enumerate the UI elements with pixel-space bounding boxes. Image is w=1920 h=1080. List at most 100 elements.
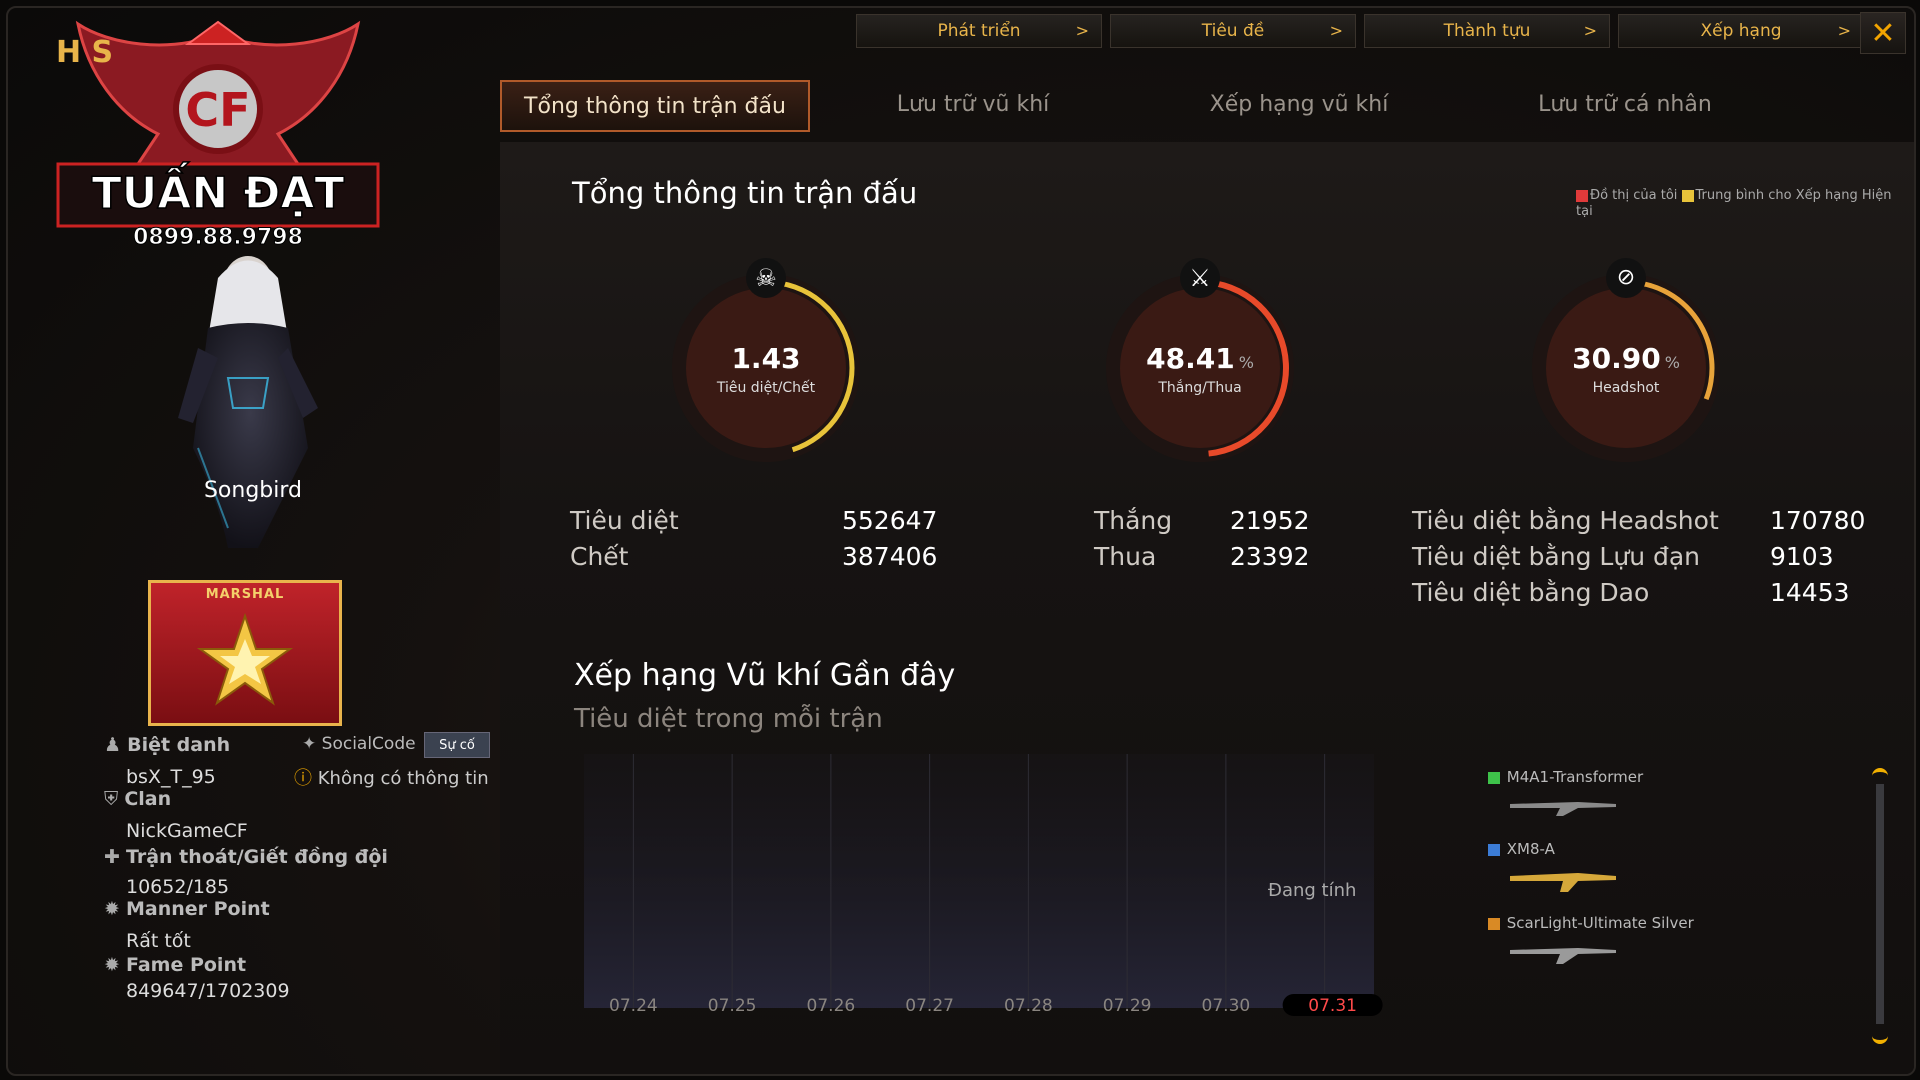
manner-row: ✹ Manner Point [104,898,270,920]
gear-icon: ✹ [104,954,120,976]
chevron-right-icon: > [1075,21,1089,40]
menu-achievements[interactable]: Thành tựu > [1364,14,1610,48]
stat-value: 170780 [1770,506,1866,535]
socialcode-label: SocialCode [321,734,416,754]
x-tick-label[interactable]: 07.27 [905,996,954,1016]
social-info-row: ⓘ Không có thông tin [294,764,489,790]
gauge-winrate-unit: % [1238,353,1254,372]
close-button[interactable]: ✕ [1860,12,1906,54]
gauge-headshot: ⊘ 30.90% Headshot [1516,258,1736,478]
headshot-icon: ⊘ [1606,258,1646,298]
x-tick-label[interactable]: 07.28 [1004,996,1053,1016]
gauge-kd-value: 1.43 [656,342,876,375]
x-tick-label[interactable]: 07.24 [609,996,658,1016]
x-tick-label[interactable]: 07.29 [1103,996,1152,1016]
skull-icon: ☠ [746,258,786,298]
chevron-right-icon: > [1329,21,1343,40]
x-tick-label[interactable]: 07.31 [1308,996,1357,1016]
socialcode-row: ✦ SocialCode [302,734,416,754]
character-name: Songbird [203,478,303,503]
stat-label: Tiêu diệt bằng Headshot [1412,506,1719,535]
legend-mine-swatch [1576,189,1588,202]
gauge-winrate-label: Thắng/Thua [1158,380,1242,396]
rifle-icon [1510,802,1616,816]
feather-icon: ✦ [302,734,317,754]
summary-title: Tổng thông tin trận đấu [572,176,918,210]
manner-label: Manner Point [125,898,270,920]
menu-develop[interactable]: Phát triển > [856,14,1102,48]
gauge-winrate-number: 48.41 [1146,342,1235,375]
scroll-up-icon[interactable] [1872,768,1888,782]
weapon-kills-chart: 07.24 07.25 07.26 07.27 07.28 07.29 07.30 07.31 [584,754,1383,1016]
escape-value: 10652/185 [126,876,230,898]
menu-titles[interactable]: Tiêu đề > [1110,14,1356,48]
menu-label: Tiêu đề [1201,21,1265,41]
svg-text:0899.88.9798: 0899.88.9798 [133,225,303,250]
question-icon: ⓘ [294,768,312,789]
weapon-name: ScarLight-Ultimate Silver [1506,914,1694,932]
svg-text:H S: H S [56,35,113,70]
tab-match-summary[interactable]: Tổng thông tin trận đấu [500,80,810,132]
weapon-swatch [1488,771,1500,784]
weapon-legend-item: M4A1-Transformer [1488,768,1643,786]
calculating-label: Đang tính [1268,880,1357,901]
stat-label: Thua [1094,542,1157,571]
social-info-text: Không có thông tin [317,768,489,789]
menu-label: Thành tựu [1443,21,1531,41]
clan-row: ⛨ Clan [104,788,171,810]
menu-ranking[interactable]: Xếp hạng > [1618,14,1864,48]
stat-label: Chết [570,542,629,571]
gear-icon: ✹ [104,898,120,920]
x-tick-label[interactable]: 07.25 [708,996,757,1016]
x-tick-label[interactable]: 07.30 [1202,996,1251,1016]
gauge-kd-number: 1.43 [731,342,801,375]
nickname-label: Biệt danh [127,734,231,756]
gauge-headshot-unit: % [1664,353,1680,372]
clan-label: Clan [124,788,172,810]
chart-plot-area [584,754,1374,1008]
tab-weapon-archive[interactable]: Lưu trữ vũ khí [810,80,1136,128]
weapon-name: XM8-A [1506,840,1555,858]
stat-value: 552647 [842,506,938,535]
top-menu: Phát triển > Tiêu đề > Thành tựu > Xếp hạng… [856,14,1864,48]
stat-label: Tiêu diệt [570,506,679,535]
running-icon: ✚ [104,846,120,868]
gauge-kd-label: Tiêu diệt/Chết [716,380,816,396]
weapon-swatch [1488,917,1500,930]
escape-row: ✚ Trận thoát/Giết đồng đội [104,846,388,868]
fame-row: ✹ Fame Point [104,954,246,976]
weapon-legend-item: ScarLight-Ultimate Silver [1488,914,1694,932]
gauge-winrate: ⚔ 48.41% Thắng/Thua [1090,258,1310,478]
legend-mine-label: Đồ thị của tôi [1590,188,1678,203]
gauge-headshot-number: 30.90 [1572,342,1661,375]
stat-label: Tiêu diệt bằng Dao [1412,578,1650,607]
x-tick-label[interactable]: 07.26 [807,996,856,1016]
gauge-headshot-value: 30.90% [1516,342,1736,375]
manner-value: Rất tốt [126,930,191,952]
chart-legend: Đồ thị của tôi Trung bình cho Xếp hạng H… [1576,188,1896,220]
stat-value: 23392 [1230,542,1310,571]
stat-value: 9103 [1770,542,1834,571]
menu-label: Xếp hạng [1700,21,1782,41]
nickname-value: bsX_T_95 [126,766,216,788]
stat-value: 14453 [1770,578,1850,607]
tab-personal-archive[interactable]: Lưu trữ cá nhân [1462,80,1788,128]
scroll-track[interactable] [1876,784,1884,1024]
weapon-swatch [1488,843,1500,856]
tab-bar: Tổng thông tin trận đấu Lưu trữ vũ khí X… [500,80,1788,132]
shield-icon: ⛨ [104,788,119,810]
chevron-right-icon: > [1837,21,1851,40]
legend-avg-swatch [1681,189,1694,202]
svg-text:TUẤN ĐẠT: TUẤN ĐẠT [92,160,345,219]
rifle-icon [1510,873,1616,892]
weapon-list-scrollbar[interactable] [1872,768,1888,1044]
gauge-winrate-value: 48.41% [1090,342,1310,375]
nickname-row: ♟ Biệt danh [104,734,230,756]
escape-label: Trận thoát/Giết đồng đội [125,846,388,868]
tab-weapon-ranking[interactable]: Xếp hạng vũ khí [1136,80,1462,128]
weapon-name: M4A1-Transformer [1506,768,1644,786]
stat-label: Thắng [1094,506,1173,535]
gauge-kd: ☠ 1.43 Tiêu diệt/Chết [656,258,876,478]
fame-value: 849647/1702309 [126,980,290,1002]
report-button[interactable]: Sự cố [424,732,490,758]
